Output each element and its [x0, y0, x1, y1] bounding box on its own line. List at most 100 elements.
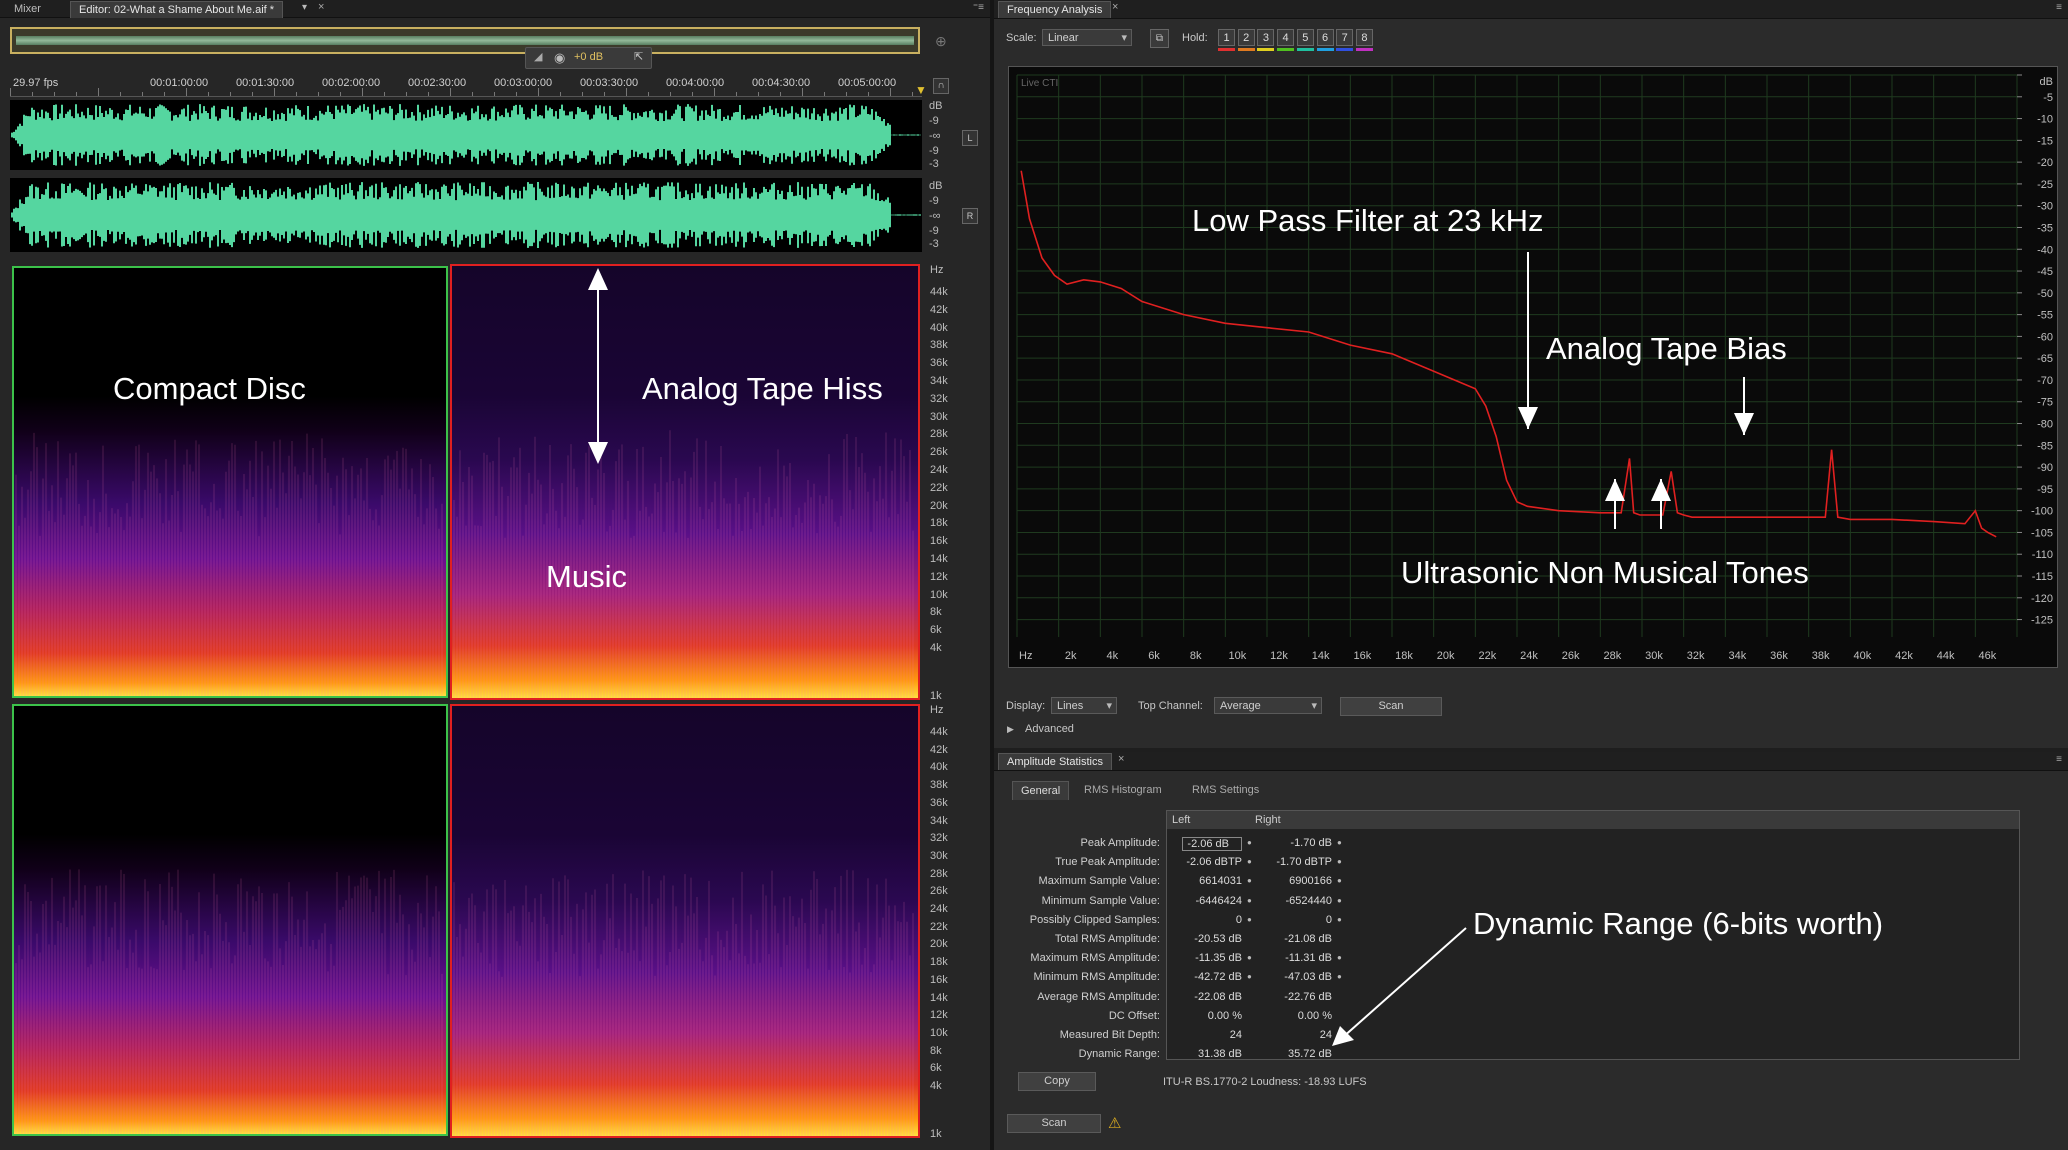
- frequency-graph[interactable]: Live CTI Hz 2k 4k 6k 8k 10k 12k 14k 16k 18k 20k 22k 2…: [1008, 66, 2058, 668]
- x-tick-label: 22k: [1478, 650, 1496, 662]
- tab-frequency-analysis[interactable]: Frequency Analysis: [998, 1, 1112, 18]
- x-tick-label: 42k: [1895, 650, 1913, 662]
- hold-button-4[interactable]: 4: [1277, 29, 1295, 46]
- tab-dropdown-icon[interactable]: ▾: [302, 2, 307, 13]
- stats-scan-button[interactable]: Scan: [1007, 1114, 1101, 1133]
- headphones-icon[interactable]: ∩: [933, 78, 949, 94]
- y-tick-label: -115: [2032, 571, 2053, 583]
- overview-bar[interactable]: [10, 27, 920, 54]
- go-to-marker-icon[interactable]: ●: [1247, 953, 1252, 962]
- display-select[interactable]: Lines: [1051, 697, 1117, 715]
- stat-row-label: Peak Amplitude:: [1080, 837, 1161, 849]
- spectral-hz-label: 6k: [930, 624, 942, 637]
- hold-button-5[interactable]: 5: [1296, 29, 1314, 46]
- stat-left-value[interactable]: -20.53 dB: [1194, 933, 1242, 945]
- freq-tab-close-icon[interactable]: ×: [1112, 1, 1118, 13]
- advanced-expand-icon[interactable]: ▶: [1007, 724, 1014, 735]
- stats-copy-button[interactable]: Copy: [1018, 1072, 1096, 1091]
- column-left-header: Left: [1172, 814, 1191, 826]
- hold-button-8[interactable]: 8: [1355, 29, 1373, 46]
- panel-menu-icon[interactable]: ⁼≡: [973, 2, 984, 13]
- tone-arrow-1-head: [1605, 479, 1625, 501]
- freq-scan-button[interactable]: Scan: [1340, 697, 1442, 716]
- pin-icon[interactable]: ⇱: [634, 50, 643, 63]
- go-to-marker-icon[interactable]: ●: [1247, 857, 1252, 866]
- timeline-tick: [384, 92, 385, 96]
- spectral-cd-bottom[interactable]: [12, 704, 448, 1136]
- stat-left-value[interactable]: -2.06 dB: [1182, 837, 1242, 851]
- channel-right-toggle[interactable]: R: [962, 208, 978, 224]
- go-to-marker-icon[interactable]: ●: [1337, 896, 1342, 905]
- stat-left-value[interactable]: -2.06 dBTP: [1186, 856, 1242, 868]
- timeline-ruler[interactable]: 29.97 fps 00:01:00:00 00:01:30:00 00:02:00…: [10, 72, 922, 97]
- stat-left-value[interactable]: -42.72 dB: [1194, 971, 1242, 983]
- x-tick-label: 16k: [1353, 650, 1371, 662]
- y-tick-label: -50: [2037, 288, 2053, 300]
- go-to-marker-icon[interactable]: ●: [1337, 857, 1342, 866]
- stat-right-value[interactable]: -6524440: [1286, 895, 1333, 907]
- timeline-tick: [120, 92, 121, 96]
- stats-tab-rms-histogram[interactable]: RMS Histogram: [1076, 781, 1170, 799]
- stat-right-value[interactable]: -1.70 dB: [1290, 837, 1332, 849]
- stats-tab-rms-settings[interactable]: RMS Settings: [1184, 781, 1267, 799]
- spectral-hz-label: 34k: [930, 375, 948, 387]
- tab-editor[interactable]: Editor: 02-What a Shame About Me.aif *: [70, 1, 284, 18]
- waveform-right[interactable]: [10, 178, 922, 252]
- copy-graph-icon[interactable]: ⧉: [1150, 29, 1169, 48]
- stat-left-value[interactable]: 6614031: [1199, 875, 1242, 887]
- hold-button-7[interactable]: 7: [1336, 29, 1354, 46]
- tab-close-icon[interactable]: ×: [318, 1, 324, 13]
- annotation-analog-tape-bias: Analog Tape Bias: [1546, 331, 1787, 366]
- gain-knob-icon[interactable]: ◉: [554, 50, 565, 66]
- hold-button-1[interactable]: 1: [1218, 29, 1235, 46]
- stat-left-value[interactable]: 0.00 %: [1208, 1010, 1242, 1022]
- timeline-tick: [758, 92, 759, 96]
- stat-left-value[interactable]: 24: [1230, 1029, 1242, 1041]
- playhead-icon[interactable]: ▼: [915, 83, 927, 97]
- timeline-tick: [824, 92, 825, 96]
- stat-left-value[interactable]: -6446424: [1196, 895, 1243, 907]
- stat-left-value[interactable]: 31.38 dB: [1198, 1048, 1242, 1060]
- x-tick-label: 46k: [1978, 650, 1996, 662]
- go-to-marker-icon[interactable]: ●: [1247, 876, 1252, 885]
- hold-button-2[interactable]: 2: [1237, 29, 1255, 46]
- spectral-cd-top[interactable]: [12, 266, 448, 698]
- stat-row-label: Possibly Clipped Samples:: [1029, 913, 1160, 926]
- scale-select[interactable]: Linear: [1042, 29, 1132, 47]
- stats-tab-close-icon[interactable]: ×: [1118, 753, 1124, 765]
- hold-color-swatch: [1355, 48, 1373, 51]
- y-tick-label: -25: [2037, 179, 2053, 191]
- annotation-analog-tape-hiss: Analog Tape Hiss: [642, 371, 883, 406]
- stats-menu-icon[interactable]: ≡: [2056, 754, 2062, 765]
- stat-left-value[interactable]: -22.08 dB: [1194, 991, 1242, 1003]
- spectral-hz-label: 24k: [930, 464, 948, 476]
- top-channel-select[interactable]: Average: [1214, 697, 1322, 715]
- stats-tab-general[interactable]: General: [1012, 781, 1070, 800]
- go-to-marker-icon[interactable]: ●: [1247, 838, 1252, 847]
- hud-gain[interactable]: ◢ ◉ +0 dB ⇱: [525, 47, 652, 69]
- go-to-marker-icon[interactable]: ●: [1337, 876, 1342, 885]
- channel-left-toggle[interactable]: L: [962, 130, 978, 146]
- go-to-marker-icon[interactable]: ●: [1337, 838, 1342, 847]
- hold-button-3[interactable]: 3: [1257, 29, 1275, 46]
- timeline-tick: [780, 92, 781, 96]
- freq-tabbar: Frequency Analysis × ≡: [994, 0, 2068, 19]
- stat-left-value[interactable]: 0: [1236, 914, 1242, 926]
- hold-button-6[interactable]: 6: [1316, 29, 1334, 46]
- waveform-left[interactable]: [10, 100, 922, 170]
- stat-right-value[interactable]: -1.70 dBTP: [1276, 856, 1332, 868]
- spectral-tape-bottom[interactable]: [450, 704, 920, 1138]
- stat-right-value[interactable]: 6900166: [1289, 875, 1332, 887]
- advanced-label[interactable]: Advanced: [1025, 723, 1074, 735]
- tab-amplitude-statistics[interactable]: Amplitude Statistics: [998, 753, 1112, 770]
- freq-menu-icon[interactable]: ≡: [2056, 2, 2062, 13]
- go-to-marker-icon[interactable]: ●: [1247, 896, 1252, 905]
- go-to-marker-icon[interactable]: ●: [1247, 972, 1252, 981]
- go-to-marker-icon[interactable]: ●: [1247, 915, 1252, 924]
- spectral-hz-label: 12k: [930, 570, 948, 583]
- zoom-icon[interactable]: ⊕: [935, 33, 947, 50]
- timeline-tick-label: 00:03:00:00: [494, 77, 553, 89]
- tab-mixer[interactable]: Mixer: [6, 1, 49, 17]
- spectral-tape-top[interactable]: [450, 264, 920, 700]
- stat-left-value[interactable]: -11.35 dB: [1195, 952, 1242, 964]
